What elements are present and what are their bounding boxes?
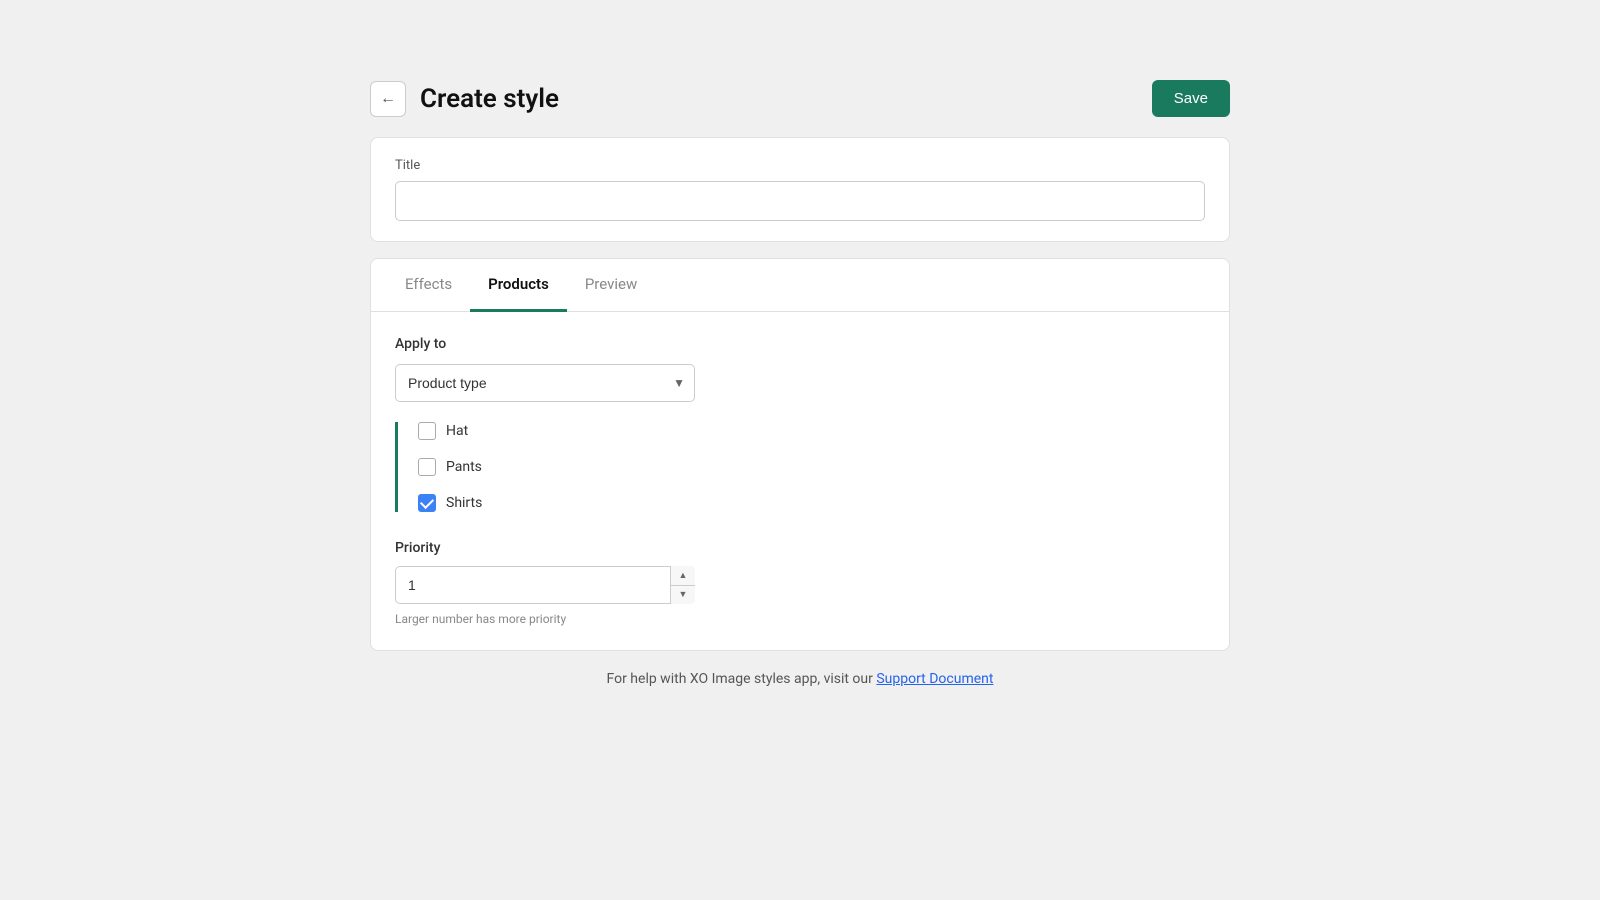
checkboxes-section: Hat Pants Shirts bbox=[395, 422, 1205, 512]
priority-spinners: ▲ ▼ bbox=[670, 566, 695, 604]
header: ← Create style Save bbox=[370, 80, 1230, 117]
apply-to-select-wrapper: Product type All products Specific produ… bbox=[395, 364, 695, 402]
header-left: ← Create style bbox=[370, 81, 559, 117]
footer: For help with XO Image styles app, visit… bbox=[370, 671, 1230, 687]
priority-label: Priority bbox=[395, 540, 1205, 556]
apply-to-label: Apply to bbox=[395, 336, 1205, 352]
priority-increment-button[interactable]: ▲ bbox=[671, 566, 695, 586]
priority-decrement-button[interactable]: ▼ bbox=[671, 586, 695, 605]
checkbox-pants[interactable] bbox=[418, 458, 436, 476]
checkbox-hat-item: Hat bbox=[418, 422, 1205, 440]
tab-effects[interactable]: Effects bbox=[387, 259, 470, 312]
support-document-link[interactable]: Support Document bbox=[876, 671, 993, 687]
title-label: Title bbox=[395, 158, 1205, 173]
priority-input[interactable] bbox=[395, 566, 695, 604]
checkbox-shirts-label[interactable]: Shirts bbox=[446, 495, 482, 511]
checkbox-hat-label[interactable]: Hat bbox=[446, 423, 468, 439]
page-title: Create style bbox=[420, 84, 559, 114]
content-card: Apply to Product type All products Speci… bbox=[371, 312, 1229, 650]
product-type-select[interactable]: Product type All products Specific produ… bbox=[395, 364, 695, 402]
tabs-row: Effects Products Preview bbox=[371, 259, 1229, 312]
checkbox-shirts[interactable] bbox=[418, 494, 436, 512]
tabs-card: Effects Products Preview Apply to Produc… bbox=[370, 258, 1230, 651]
tab-preview[interactable]: Preview bbox=[567, 259, 655, 312]
save-button[interactable]: Save bbox=[1152, 80, 1230, 117]
priority-hint: Larger number has more priority bbox=[395, 612, 1205, 626]
checkbox-shirts-item: Shirts bbox=[418, 494, 1205, 512]
main-content: ← Create style Save Title Effects Produc… bbox=[370, 80, 1230, 687]
priority-wrapper: ▲ ▼ bbox=[395, 566, 695, 604]
checkbox-pants-item: Pants bbox=[418, 458, 1205, 476]
back-button[interactable]: ← bbox=[370, 81, 406, 117]
checkbox-hat[interactable] bbox=[418, 422, 436, 440]
title-card: Title bbox=[370, 137, 1230, 242]
page-container: ← Create style Save Title Effects Produc… bbox=[0, 0, 1600, 767]
title-input[interactable] bbox=[395, 181, 1205, 221]
checkbox-pants-label[interactable]: Pants bbox=[446, 459, 482, 475]
tab-products[interactable]: Products bbox=[470, 259, 567, 312]
footer-text: For help with XO Image styles app, visit… bbox=[607, 671, 877, 687]
